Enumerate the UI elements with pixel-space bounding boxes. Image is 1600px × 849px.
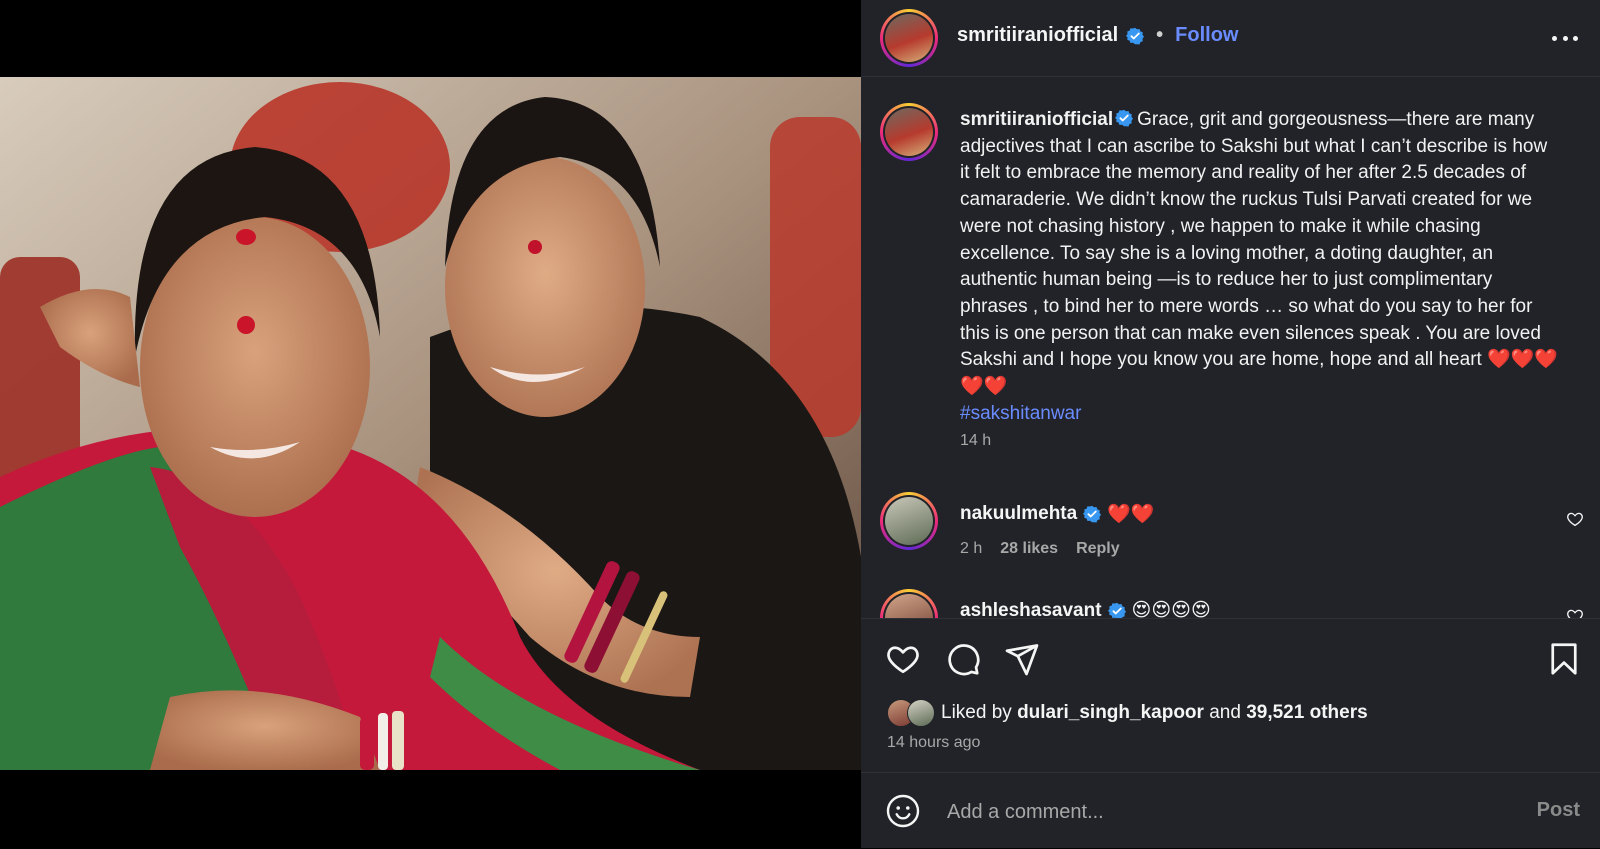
verified-badge-icon — [1115, 109, 1134, 127]
comment-text: ❤️❤️ — [1107, 504, 1155, 525]
author-avatar[interactable] — [880, 9, 938, 67]
top-liker-username[interactable]: dulari_singh_kapoor — [1017, 702, 1204, 724]
post-timestamp[interactable]: 14 hours ago — [887, 734, 980, 752]
reply-button[interactable]: Reply — [1076, 540, 1120, 558]
comment-heart-icon[interactable] — [1566, 510, 1584, 528]
post-side-panel: smritiiraniofficial • Follow smritiirani… — [861, 0, 1600, 848]
comment-meta: 2 h 28 likes Reply — [960, 540, 1120, 558]
comment-heart-icon[interactable] — [1566, 607, 1584, 618]
comment-likes[interactable]: 28 likes — [1000, 540, 1058, 558]
post-photo-illustration — [0, 77, 861, 770]
header-separator: • — [1156, 24, 1164, 46]
comment-username[interactable]: ashleshasavant — [960, 600, 1102, 619]
comment-bubble-icon[interactable] — [945, 641, 981, 677]
verified-badge-icon — [1107, 602, 1126, 618]
heart-icon[interactable] — [885, 641, 921, 677]
comment-text: 😍😍😍😍 — [1131, 600, 1211, 618]
author-username[interactable]: smritiiraniofficial — [957, 24, 1118, 47]
comment-input[interactable] — [945, 797, 1489, 827]
caption-hashtag[interactable]: #sakshitanwar — [960, 401, 1560, 428]
media-panel — [0, 0, 861, 848]
comments-area[interactable]: smritiiraniofficial Grace, grit and gorg… — [861, 77, 1600, 618]
post-header: smritiiraniofficial • Follow — [861, 0, 1600, 77]
add-comment-bar: Post — [861, 772, 1600, 849]
commenter-avatar[interactable] — [880, 589, 938, 618]
comment-time[interactable]: 2 h — [960, 540, 982, 558]
likes-prefix: Liked by — [941, 702, 1012, 723]
commenter-avatar[interactable] — [880, 492, 938, 550]
caption-timestamp[interactable]: 14 h — [960, 432, 991, 450]
caption-body: Grace, grit and gorgeousness—there are m… — [960, 109, 1559, 398]
liker-avatar — [907, 699, 935, 727]
likes-and: and — [1209, 702, 1241, 723]
post-comment-button[interactable]: Post — [1537, 799, 1580, 822]
more-horizontal-icon[interactable] — [1552, 28, 1578, 48]
likes-summary[interactable]: Liked by dulari_singh_kapoor and 39,521 … — [887, 699, 1368, 727]
verified-badge-icon — [1083, 505, 1102, 523]
header-user-row: smritiiraniofficial • Follow — [957, 24, 1239, 47]
likes-others-count[interactable]: 39,521 others — [1246, 702, 1367, 724]
bookmark-icon[interactable] — [1546, 641, 1582, 677]
post-action-bar — [861, 618, 1600, 699]
liker-avatars — [887, 699, 937, 727]
follow-button[interactable]: Follow — [1175, 24, 1238, 47]
paper-plane-icon[interactable] — [1004, 641, 1040, 677]
comment-username[interactable]: nakuulmehta — [960, 503, 1077, 525]
post-photo[interactable] — [0, 77, 861, 770]
caption-username[interactable]: smritiiraniofficial — [960, 109, 1113, 130]
emoji-smile-icon[interactable] — [885, 793, 921, 829]
caption-author-avatar[interactable] — [880, 103, 938, 161]
verified-badge-icon — [1126, 27, 1145, 44]
post-caption: smritiiraniofficial Grace, grit and gorg… — [960, 107, 1560, 427]
